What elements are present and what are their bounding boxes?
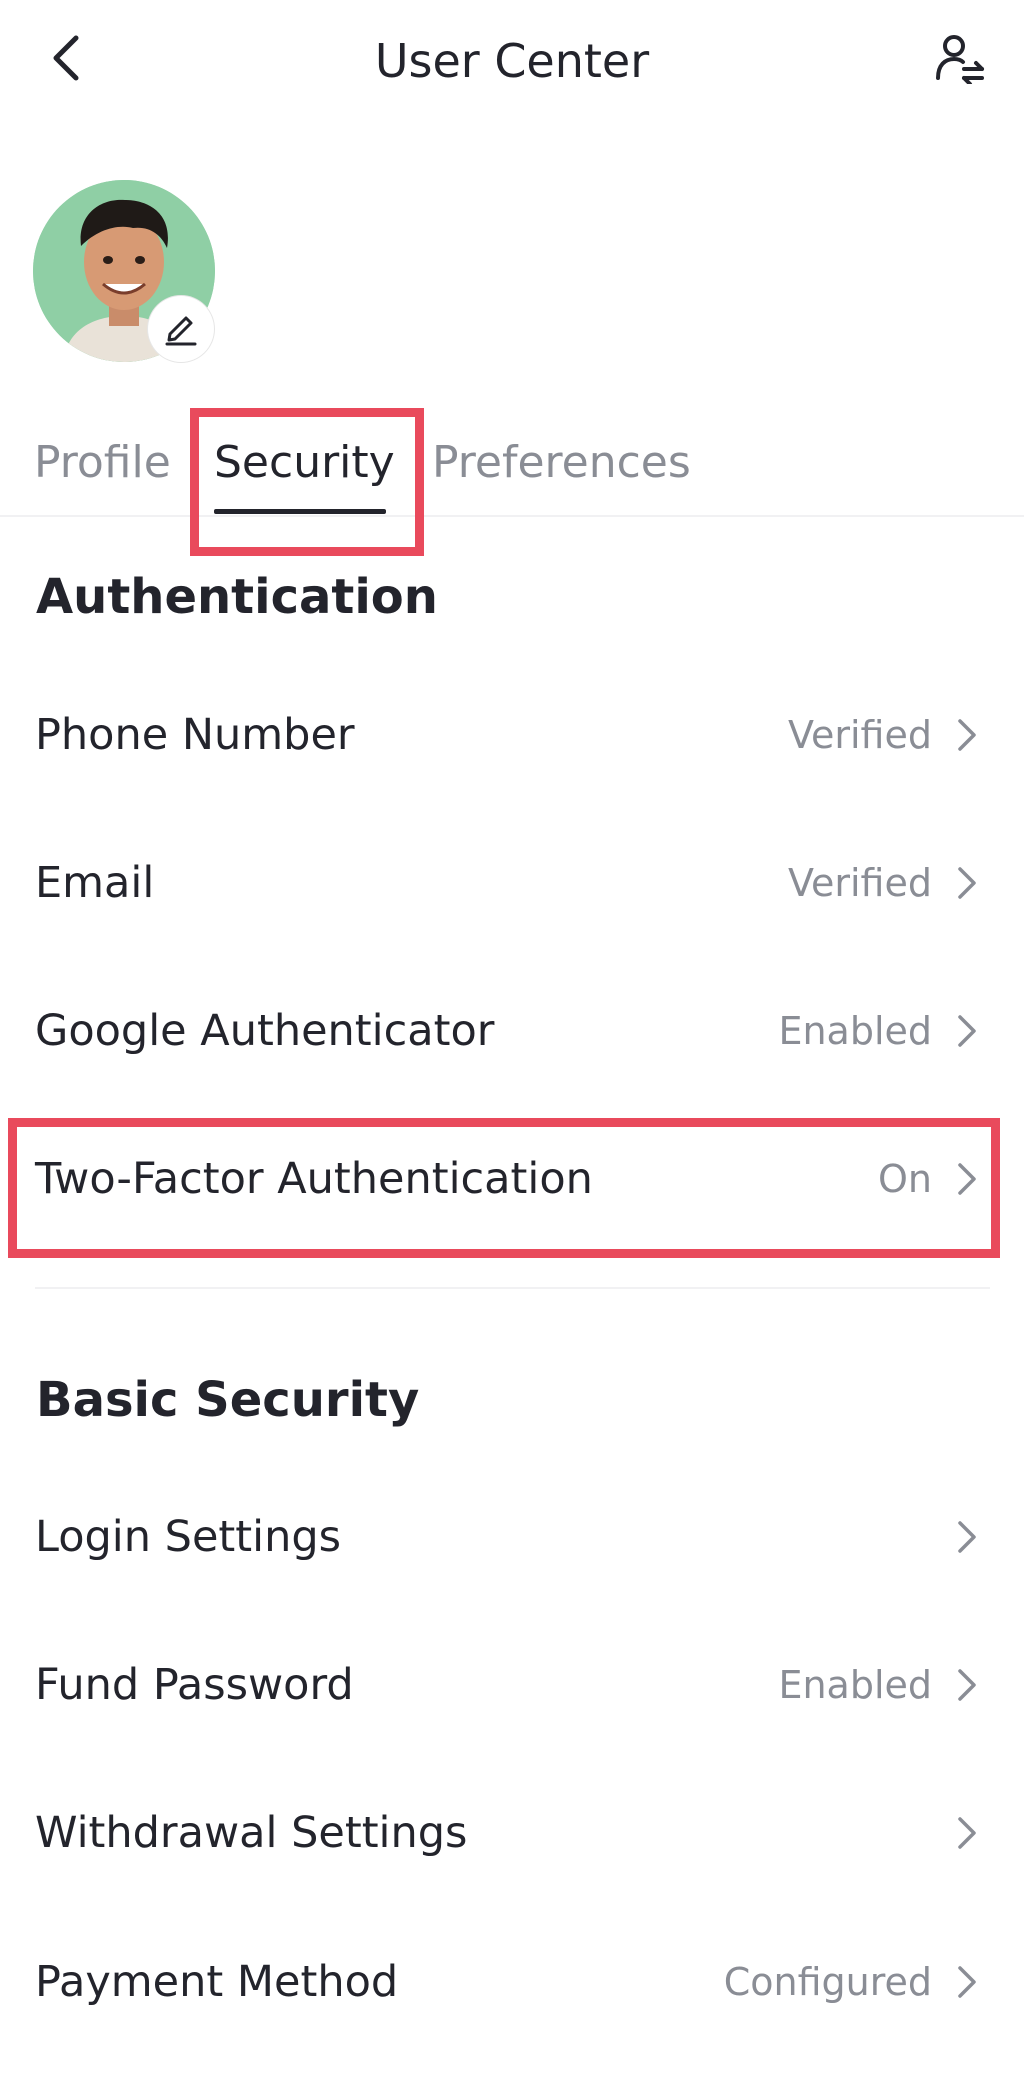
list-item-label: Phone Number — [35, 710, 355, 760]
section-divider — [35, 1287, 990, 1289]
chevron-right-icon — [954, 1011, 980, 1051]
list-item-email[interactable]: Email Verified — [0, 823, 1024, 943]
active-tab-indicator — [214, 509, 386, 514]
list-item-google-authenticator[interactable]: Google Authenticator Enabled — [0, 971, 1024, 1091]
list-item-label: Login Settings — [35, 1512, 342, 1562]
chevron-right-icon — [954, 863, 980, 903]
section-title-basic-security: Basic Security — [36, 1372, 420, 1428]
switch-account-button[interactable] — [930, 30, 990, 90]
status-text: Enabled — [778, 1009, 932, 1053]
user-switch-icon — [934, 32, 986, 88]
page-title: User Center — [374, 34, 650, 88]
list-item-label: Payment Method — [35, 1957, 399, 2007]
list-item-payment-method[interactable]: Payment Method Configured — [0, 1922, 1024, 2042]
list-item-withdrawal-settings[interactable]: Withdrawal Settings — [0, 1773, 1024, 1893]
tab-preferences[interactable]: Preferences — [432, 428, 691, 498]
status-text: Enabled — [778, 1663, 932, 1707]
chevron-right-icon — [954, 1159, 980, 1199]
chevron-right-icon — [954, 1517, 980, 1557]
edit-avatar-button[interactable] — [148, 296, 214, 362]
status-text: On — [878, 1157, 932, 1201]
chevron-right-icon — [954, 1665, 980, 1705]
chevron-right-icon — [954, 1813, 980, 1853]
list-item-label: Fund Password — [35, 1660, 354, 1710]
tabs-divider — [0, 515, 1024, 517]
pencil-icon — [161, 307, 201, 351]
list-item-two-factor-authentication[interactable]: Two-Factor Authentication On — [0, 1119, 1024, 1239]
chevron-right-icon — [954, 715, 980, 755]
status-text: Configured — [723, 1960, 932, 2004]
status-text: Verified — [787, 861, 932, 905]
list-item-label: Email — [35, 858, 155, 908]
list-item-label: Withdrawal Settings — [35, 1808, 468, 1858]
tab-security[interactable]: Security — [214, 428, 395, 498]
list-item-label: Google Authenticator — [35, 1006, 495, 1056]
list-item-label: Two-Factor Authentication — [35, 1154, 593, 1204]
list-item-login-settings[interactable]: Login Settings — [0, 1477, 1024, 1597]
section-title-authentication: Authentication — [36, 569, 438, 625]
tab-profile[interactable]: Profile — [34, 428, 171, 498]
chevron-right-icon — [954, 1962, 980, 2002]
list-item-fund-password[interactable]: Fund Password Enabled — [0, 1625, 1024, 1745]
list-item-phone-number[interactable]: Phone Number Verified — [0, 675, 1024, 795]
status-text: Verified — [787, 713, 932, 757]
